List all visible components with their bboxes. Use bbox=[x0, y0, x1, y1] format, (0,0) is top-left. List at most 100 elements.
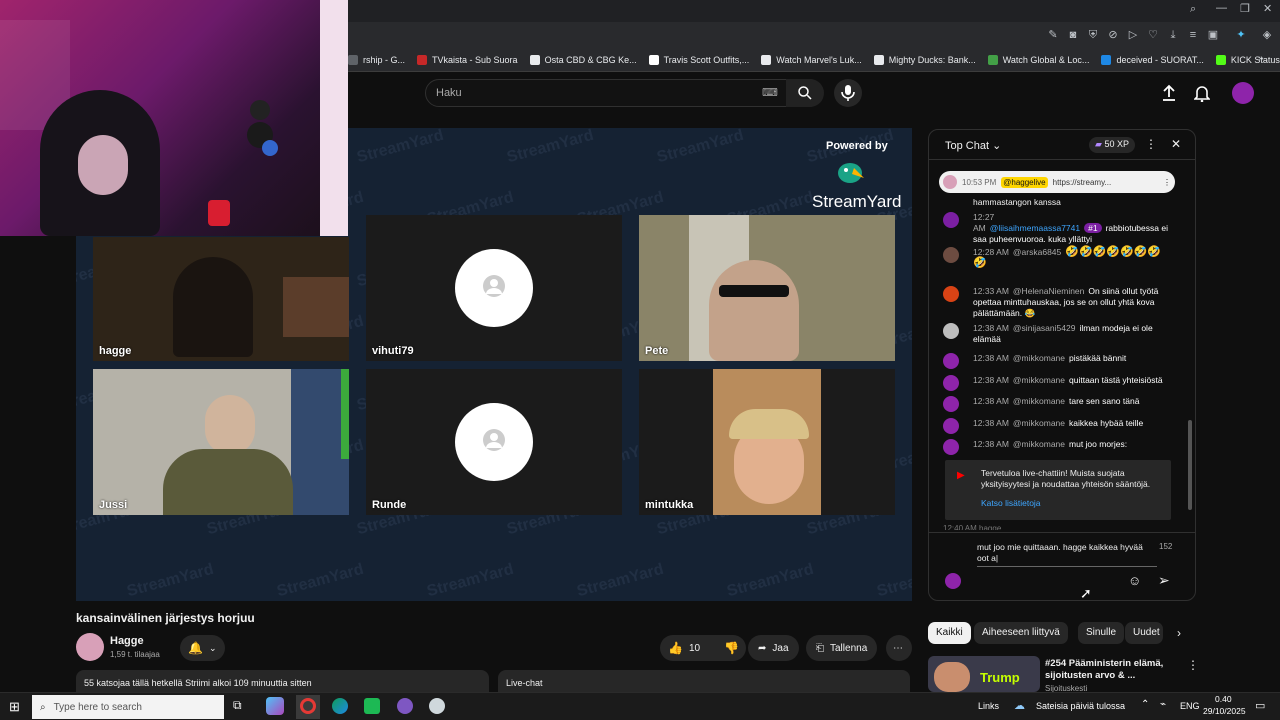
opera-icon[interactable] bbox=[300, 698, 316, 714]
like-icon[interactable]: 👍 bbox=[668, 641, 683, 655]
more-actions-button[interactable]: ⋯ bbox=[886, 635, 912, 661]
taskbar-search[interactable]: ⌕ Type here to search bbox=[32, 695, 224, 719]
chat-author[interactable]: @arska6845 bbox=[1013, 247, 1061, 257]
voice-search-button[interactable] bbox=[834, 79, 862, 107]
close-window-icon[interactable]: ✕ bbox=[1263, 2, 1272, 15]
chat-message[interactable]: 12:38 AM @mikkomane mut joo morjes: bbox=[943, 439, 1173, 455]
chat-message[interactable]: 12:28 AM @arska6845 🤣🤣🤣🤣🤣🤣🤣🤣 bbox=[943, 247, 1173, 269]
channel-avatar[interactable] bbox=[76, 633, 104, 661]
app-icon[interactable] bbox=[397, 698, 413, 714]
filter-chip[interactable]: Sinulle bbox=[1078, 622, 1125, 644]
participant-name: hagge bbox=[99, 345, 132, 357]
upload-icon[interactable] bbox=[1161, 84, 1177, 102]
maximize-icon[interactable]: ❐ bbox=[1240, 2, 1250, 15]
links-toolbar[interactable]: Links bbox=[978, 701, 999, 711]
more-options-icon[interactable]: ⋮ bbox=[1145, 137, 1157, 151]
chat-author[interactable]: @liisaihmemaassa7741 bbox=[990, 223, 1080, 233]
chat-message[interactable]: 12:27 AM @liisaihmemaassa7741 #1 rabbiotube… bbox=[943, 212, 1173, 245]
subscribe-bell-button[interactable]: 🔔 ⌄ bbox=[180, 635, 225, 661]
camera-icon[interactable]: ◙ bbox=[1066, 28, 1080, 42]
tray-chevron-icon[interactable]: ⌃ bbox=[1141, 699, 1149, 710]
chat-author[interactable]: @sinijasani5429 bbox=[1013, 323, 1076, 333]
edit-icon[interactable]: ✎ bbox=[1046, 28, 1060, 42]
weather-text[interactable]: Sateisia päiviä tulossa bbox=[1036, 701, 1125, 711]
chat-message[interactable]: 12:38 AM @mikkomane tare sen sano tänä bbox=[943, 396, 1173, 412]
filter-chip[interactable]: Kaikki bbox=[928, 622, 971, 644]
chat-message[interactable]: 12:33 AM @HelenaNieminen On siinä ollut ty… bbox=[943, 286, 1173, 319]
rec-more-icon[interactable]: ⋮ bbox=[1187, 658, 1199, 672]
search-button[interactable] bbox=[786, 79, 824, 107]
channel-name[interactable]: Hagge bbox=[110, 635, 144, 647]
search-input[interactable]: Haku ⌨ bbox=[425, 79, 823, 107]
filter-chip[interactable]: Aiheeseen liittyvä bbox=[974, 622, 1068, 644]
livechat-replay-box[interactable]: Live-chat bbox=[498, 670, 910, 692]
chat-author[interactable]: @mikkomane bbox=[1013, 353, 1065, 363]
chat-message[interactable]: 12:38 AM @sinijasani5429 ilman modeja ei o… bbox=[943, 323, 1173, 345]
weather-icon[interactable]: ☁ bbox=[1014, 699, 1025, 712]
chevron-right-icon[interactable]: › bbox=[1177, 626, 1181, 640]
like-count[interactable]: 10 bbox=[689, 643, 700, 654]
close-icon[interactable]: ✕ bbox=[1171, 137, 1181, 151]
account-avatar[interactable] bbox=[1232, 82, 1254, 104]
chat-avatar bbox=[943, 439, 959, 455]
emoji-icon[interactable]: ☺ bbox=[1128, 573, 1141, 588]
shield-icon[interactable]: ⛨ bbox=[1086, 28, 1100, 42]
description-box[interactable]: 55 katsojaa tällä hetkellä Striimi alkoi… bbox=[76, 670, 489, 692]
network-icon[interactable]: ⌁ bbox=[1160, 699, 1166, 710]
chat-author[interactable]: @mikkomane bbox=[1013, 418, 1065, 428]
language-indicator[interactable]: ENG bbox=[1180, 701, 1200, 711]
task-view-icon[interactable]: ⧉ bbox=[233, 698, 242, 713]
download-icon[interactable]: ⤓ bbox=[1166, 28, 1180, 42]
minimize-icon[interactable]: — bbox=[1216, 2, 1227, 14]
chat-input[interactable]: mut joo mie quittaaan. hagge kaikkea hyv… bbox=[977, 542, 1147, 564]
extension-icon[interactable]: ✦ bbox=[1234, 28, 1248, 42]
bookmark-item[interactable]: Watch Global & Loc... bbox=[987, 54, 1089, 65]
clock-time[interactable]: 0.40 bbox=[1215, 694, 1232, 704]
notifications-bell-icon[interactable] bbox=[1194, 84, 1210, 102]
copilot-icon[interactable] bbox=[266, 697, 284, 715]
chat-author[interactable]: @HelenaNieminen bbox=[1013, 286, 1084, 296]
bookmarks-overflow-icon[interactable]: » bbox=[1258, 53, 1264, 64]
bookmark-item[interactable]: Mighty Ducks: Bank... bbox=[873, 54, 976, 65]
chat-scrollbar[interactable] bbox=[1188, 420, 1192, 510]
rec-thumbnail[interactable]: Trump bbox=[928, 656, 1040, 692]
spotify-icon[interactable] bbox=[364, 698, 380, 714]
save-button[interactable]: ⎗ Tallenna bbox=[806, 635, 878, 661]
chat-author[interactable]: @mikkomane bbox=[1013, 396, 1065, 406]
chat-message[interactable]: 12:38 AM @mikkomane kaikkea hybää teille bbox=[943, 418, 1173, 434]
chat-author[interactable]: @mikkomane bbox=[1013, 375, 1065, 385]
bookmark-item[interactable]: Travis Scott Outfits,... bbox=[648, 54, 749, 65]
xp-badge[interactable]: ▰ 50 XP bbox=[1089, 137, 1135, 153]
share-button[interactable]: ➦ Jaa bbox=[748, 635, 799, 661]
filter-chip[interactable]: Uudet bbox=[1125, 622, 1163, 644]
bookmark-item[interactable]: rship - G... bbox=[348, 54, 405, 65]
chat-message[interactable]: 12:38 AM @mikkomane quittaan tästä yhteisi… bbox=[943, 375, 1173, 391]
bookmark-item[interactable]: Osta CBD & CBG Ke... bbox=[529, 54, 637, 65]
pinned-message[interactable]: 10:53 PM @haggelive https://streamy... ⋮ bbox=[939, 171, 1175, 193]
notification-center-icon[interactable]: ▭ bbox=[1255, 699, 1265, 712]
block-icon[interactable]: ⊘ bbox=[1106, 28, 1120, 42]
cube-icon[interactable]: ◈ bbox=[1260, 28, 1274, 42]
chat-message[interactable]: 12:38 AM @mikkomane pistäkää bännit bbox=[943, 353, 1173, 369]
bookmark-item[interactable]: deceived - SUORAT... bbox=[1101, 54, 1204, 65]
search-tabs-icon[interactable]: ⌕ bbox=[1190, 3, 1196, 16]
rec-title[interactable]: #254 Pääministerin elämä, sijoitusten ar… bbox=[1045, 658, 1180, 682]
play-icon[interactable]: ▷ bbox=[1126, 28, 1140, 42]
edge-icon[interactable] bbox=[332, 698, 348, 714]
app2-icon[interactable] bbox=[429, 698, 445, 714]
bookmark-item[interactable]: KICK Status Page bbox=[1215, 54, 1280, 65]
heart-icon[interactable]: ♡ bbox=[1146, 28, 1160, 42]
bookmark-item[interactable]: Watch Marvel's Luk... bbox=[761, 54, 862, 65]
keyboard-icon[interactable]: ⌨ bbox=[762, 86, 778, 99]
top-chat-dropdown[interactable]: Top Chat ⌄ bbox=[945, 139, 1001, 152]
pinned-more-icon[interactable]: ⋮ bbox=[1163, 178, 1171, 187]
wallet-icon[interactable]: ▣ bbox=[1206, 28, 1220, 42]
menu-icon[interactable]: ≡ bbox=[1186, 28, 1200, 42]
clock-date[interactable]: 29/10/2025 bbox=[1203, 706, 1246, 716]
bookmark-item[interactable]: TVkaista - Sub Suora bbox=[417, 54, 518, 65]
dislike-icon[interactable]: 👎 bbox=[724, 641, 739, 655]
windows-start-icon[interactable]: ⊞ bbox=[9, 699, 20, 715]
chat-author[interactable]: @mikkomane bbox=[1013, 439, 1065, 449]
learn-more-link[interactable]: Katso lisätietoja bbox=[981, 498, 1041, 508]
send-icon[interactable]: ➢ bbox=[1158, 572, 1170, 589]
